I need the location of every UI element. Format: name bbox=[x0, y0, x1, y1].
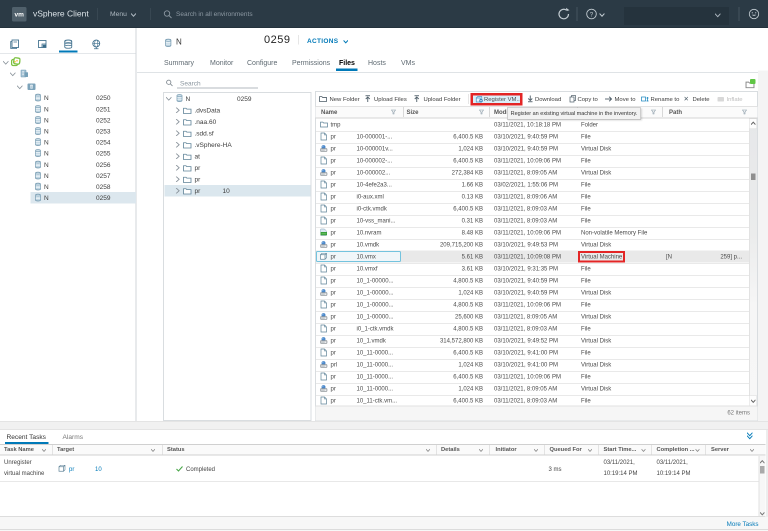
svg-text:?: ? bbox=[590, 11, 594, 18]
